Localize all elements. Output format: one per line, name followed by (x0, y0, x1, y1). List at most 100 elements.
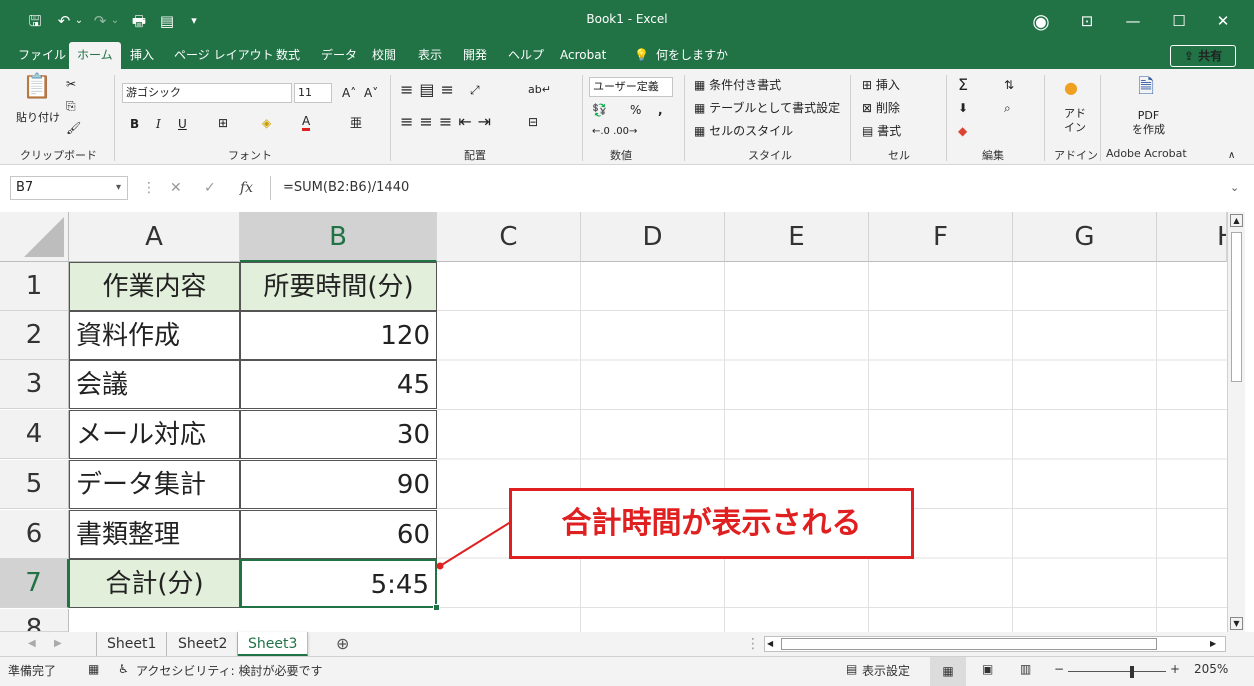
column-header-g[interactable]: G (1013, 212, 1157, 262)
maximize-icon[interactable]: ☐ (1170, 10, 1188, 32)
normal-view-icon[interactable]: ▦ (930, 657, 966, 686)
cell-a1[interactable]: 作業内容 (69, 262, 240, 311)
copy-icon[interactable]: ⎘ (66, 97, 76, 115)
paste-label[interactable]: 貼り付け (16, 109, 60, 127)
fill-icon[interactable]: ⬇ (958, 99, 968, 117)
formula-input[interactable]: =SUM(B2:B6)/1440 (270, 176, 1240, 200)
cell-b7-selected[interactable]: 5:45 (240, 559, 437, 608)
cell-b1[interactable]: 所要時間(分) (240, 262, 437, 311)
add-sheet-icon[interactable]: ⊕ (336, 632, 349, 656)
addin-icon[interactable]: ● (1064, 79, 1078, 97)
number-format-select[interactable]: ユーザー定義 (589, 77, 673, 97)
tab-split-handle[interactable]: ⋮ (746, 632, 760, 656)
percent-button[interactable]: % (630, 101, 641, 119)
accessibility-icon[interactable]: ♿ (118, 662, 129, 676)
currency-icon[interactable]: 💱 (592, 101, 607, 119)
format-cells-button[interactable]: ▤ 書式 (862, 122, 901, 140)
fill-handle[interactable] (433, 604, 440, 611)
column-header-a[interactable]: A (69, 212, 240, 262)
cell-a3[interactable]: 会議 (69, 360, 240, 409)
column-header-b[interactable]: B (240, 212, 437, 262)
tab-file[interactable]: ファイル (18, 42, 66, 69)
cell-b6[interactable]: 60 (240, 510, 437, 559)
cell-b5[interactable]: 90 (240, 460, 437, 509)
underline-button[interactable]: U (178, 115, 187, 133)
tab-developer[interactable]: 開発 (463, 42, 487, 69)
accessibility-status[interactable]: アクセシビリティ: 検討が必要です (136, 662, 323, 679)
ribbon-display-icon[interactable]: ⊡ (1078, 10, 1096, 32)
page-layout-view-icon[interactable]: ▣ (982, 662, 993, 676)
row-header-7[interactable]: 7 (0, 559, 69, 608)
row-header-6[interactable]: 6 (0, 510, 69, 559)
close-icon[interactable]: ✕ (1214, 10, 1232, 32)
sheet-tab-2[interactable]: Sheet2 (168, 632, 239, 656)
shrink-font-icon[interactable]: A˅ (364, 84, 378, 102)
vertical-scrollbar[interactable]: ▲ ▼ (1227, 212, 1245, 632)
cancel-icon[interactable]: ✕ (170, 176, 182, 200)
grid-area[interactable] (437, 262, 1227, 632)
scroll-up-icon[interactable]: ▲ (1230, 214, 1243, 227)
font-size-select[interactable]: 11 (294, 83, 332, 103)
row-header-2[interactable]: 2 (0, 311, 69, 360)
zoom-in-icon[interactable]: + (1170, 662, 1180, 676)
scroll-right-icon[interactable]: ▶ (1210, 632, 1216, 656)
cut-icon[interactable]: ✂ (66, 75, 76, 93)
zoom-slider-thumb[interactable] (1130, 666, 1134, 678)
pdf-icon[interactable]: 🗎 (1138, 76, 1154, 96)
minimize-icon[interactable]: — (1124, 10, 1142, 32)
save-icon[interactable]: 🖫 (26, 10, 44, 32)
cell-a6[interactable]: 書類整理 (69, 510, 240, 559)
cell-b3[interactable]: 45 (240, 360, 437, 409)
undo-icon[interactable]: ↶ (56, 10, 72, 32)
tab-home[interactable]: ホーム (69, 42, 121, 69)
cell-a2[interactable]: 資料作成 (69, 311, 240, 360)
avatar-icon[interactable]: ◉ (1030, 10, 1052, 32)
select-all-corner[interactable] (0, 212, 69, 262)
font-name-select[interactable]: 游ゴシック (122, 83, 292, 103)
enter-icon[interactable]: ✓ (204, 176, 216, 200)
next-sheet-icon[interactable]: ▶ (54, 632, 62, 656)
italic-button[interactable]: I (156, 115, 161, 133)
tab-help[interactable]: ヘルプ (508, 42, 544, 69)
cell-a7[interactable]: 合計(分) (69, 559, 240, 608)
vertical-align-icons[interactable]: ≡▤≡ (400, 81, 460, 99)
sort-filter-icon[interactable]: ⇅ (1004, 76, 1014, 94)
zoom-out-icon[interactable]: − (1054, 662, 1064, 676)
clear-icon[interactable]: ◆ (958, 122, 967, 140)
insert-cells-button[interactable]: ⊞ 挿入 (862, 76, 900, 94)
find-select-icon[interactable]: ⌕ (1004, 99, 1011, 117)
autosum-button[interactable]: Σ (958, 76, 968, 94)
decimal-icons[interactable]: ←.0 .00→ (592, 123, 637, 141)
horizontal-align-icons[interactable]: ≡≡≡⇤⇥ (400, 113, 497, 131)
redo-icon[interactable]: ↷ (92, 10, 108, 32)
tab-review[interactable]: 校閲 (372, 42, 396, 69)
cell-styles-button[interactable]: ▦ セルのスタイル (694, 122, 793, 140)
cell-b4[interactable]: 30 (240, 410, 437, 459)
row-header-4[interactable]: 4 (0, 410, 69, 459)
column-header-f[interactable]: F (869, 212, 1013, 262)
zoom-level[interactable]: 205% (1194, 662, 1228, 676)
tab-data[interactable]: データ (321, 42, 357, 69)
row-header-3[interactable]: 3 (0, 360, 69, 409)
cell-a5[interactable]: データ集計 (69, 460, 240, 509)
prev-sheet-icon[interactable]: ◀ (28, 632, 36, 656)
expand-formula-icon[interactable]: ⌄ (1230, 176, 1239, 200)
customize-qat-icon[interactable]: ▾ (188, 10, 200, 32)
share-button[interactable]: ⇪ 共有 (1170, 45, 1236, 67)
column-header-h[interactable]: H (1157, 212, 1227, 262)
tab-acrobat[interactable]: Acrobat (560, 42, 606, 69)
tab-page-layout[interactable]: ページ レイアウト (174, 42, 274, 69)
collapse-ribbon-icon[interactable]: ∧ (1228, 147, 1235, 165)
bold-button[interactable]: B (130, 115, 139, 133)
insert-function-icon[interactable]: fx (240, 176, 253, 200)
paste-icon[interactable]: 📋 (22, 74, 52, 98)
name-box-dropdown-icon[interactable]: ▾ (116, 176, 121, 200)
vertical-scroll-thumb[interactable] (1231, 232, 1242, 382)
column-header-d[interactable]: D (581, 212, 725, 262)
form-icon[interactable]: ▤ (158, 10, 176, 32)
row-header-8[interactable]: 8 (0, 609, 69, 632)
wrap-text-icon[interactable]: ab↵ (528, 81, 551, 99)
addin-label[interactable]: アド イン (1064, 107, 1086, 135)
row-header-5[interactable]: 5 (0, 460, 69, 509)
merge-center-icon[interactable]: ⊟ (528, 113, 538, 131)
